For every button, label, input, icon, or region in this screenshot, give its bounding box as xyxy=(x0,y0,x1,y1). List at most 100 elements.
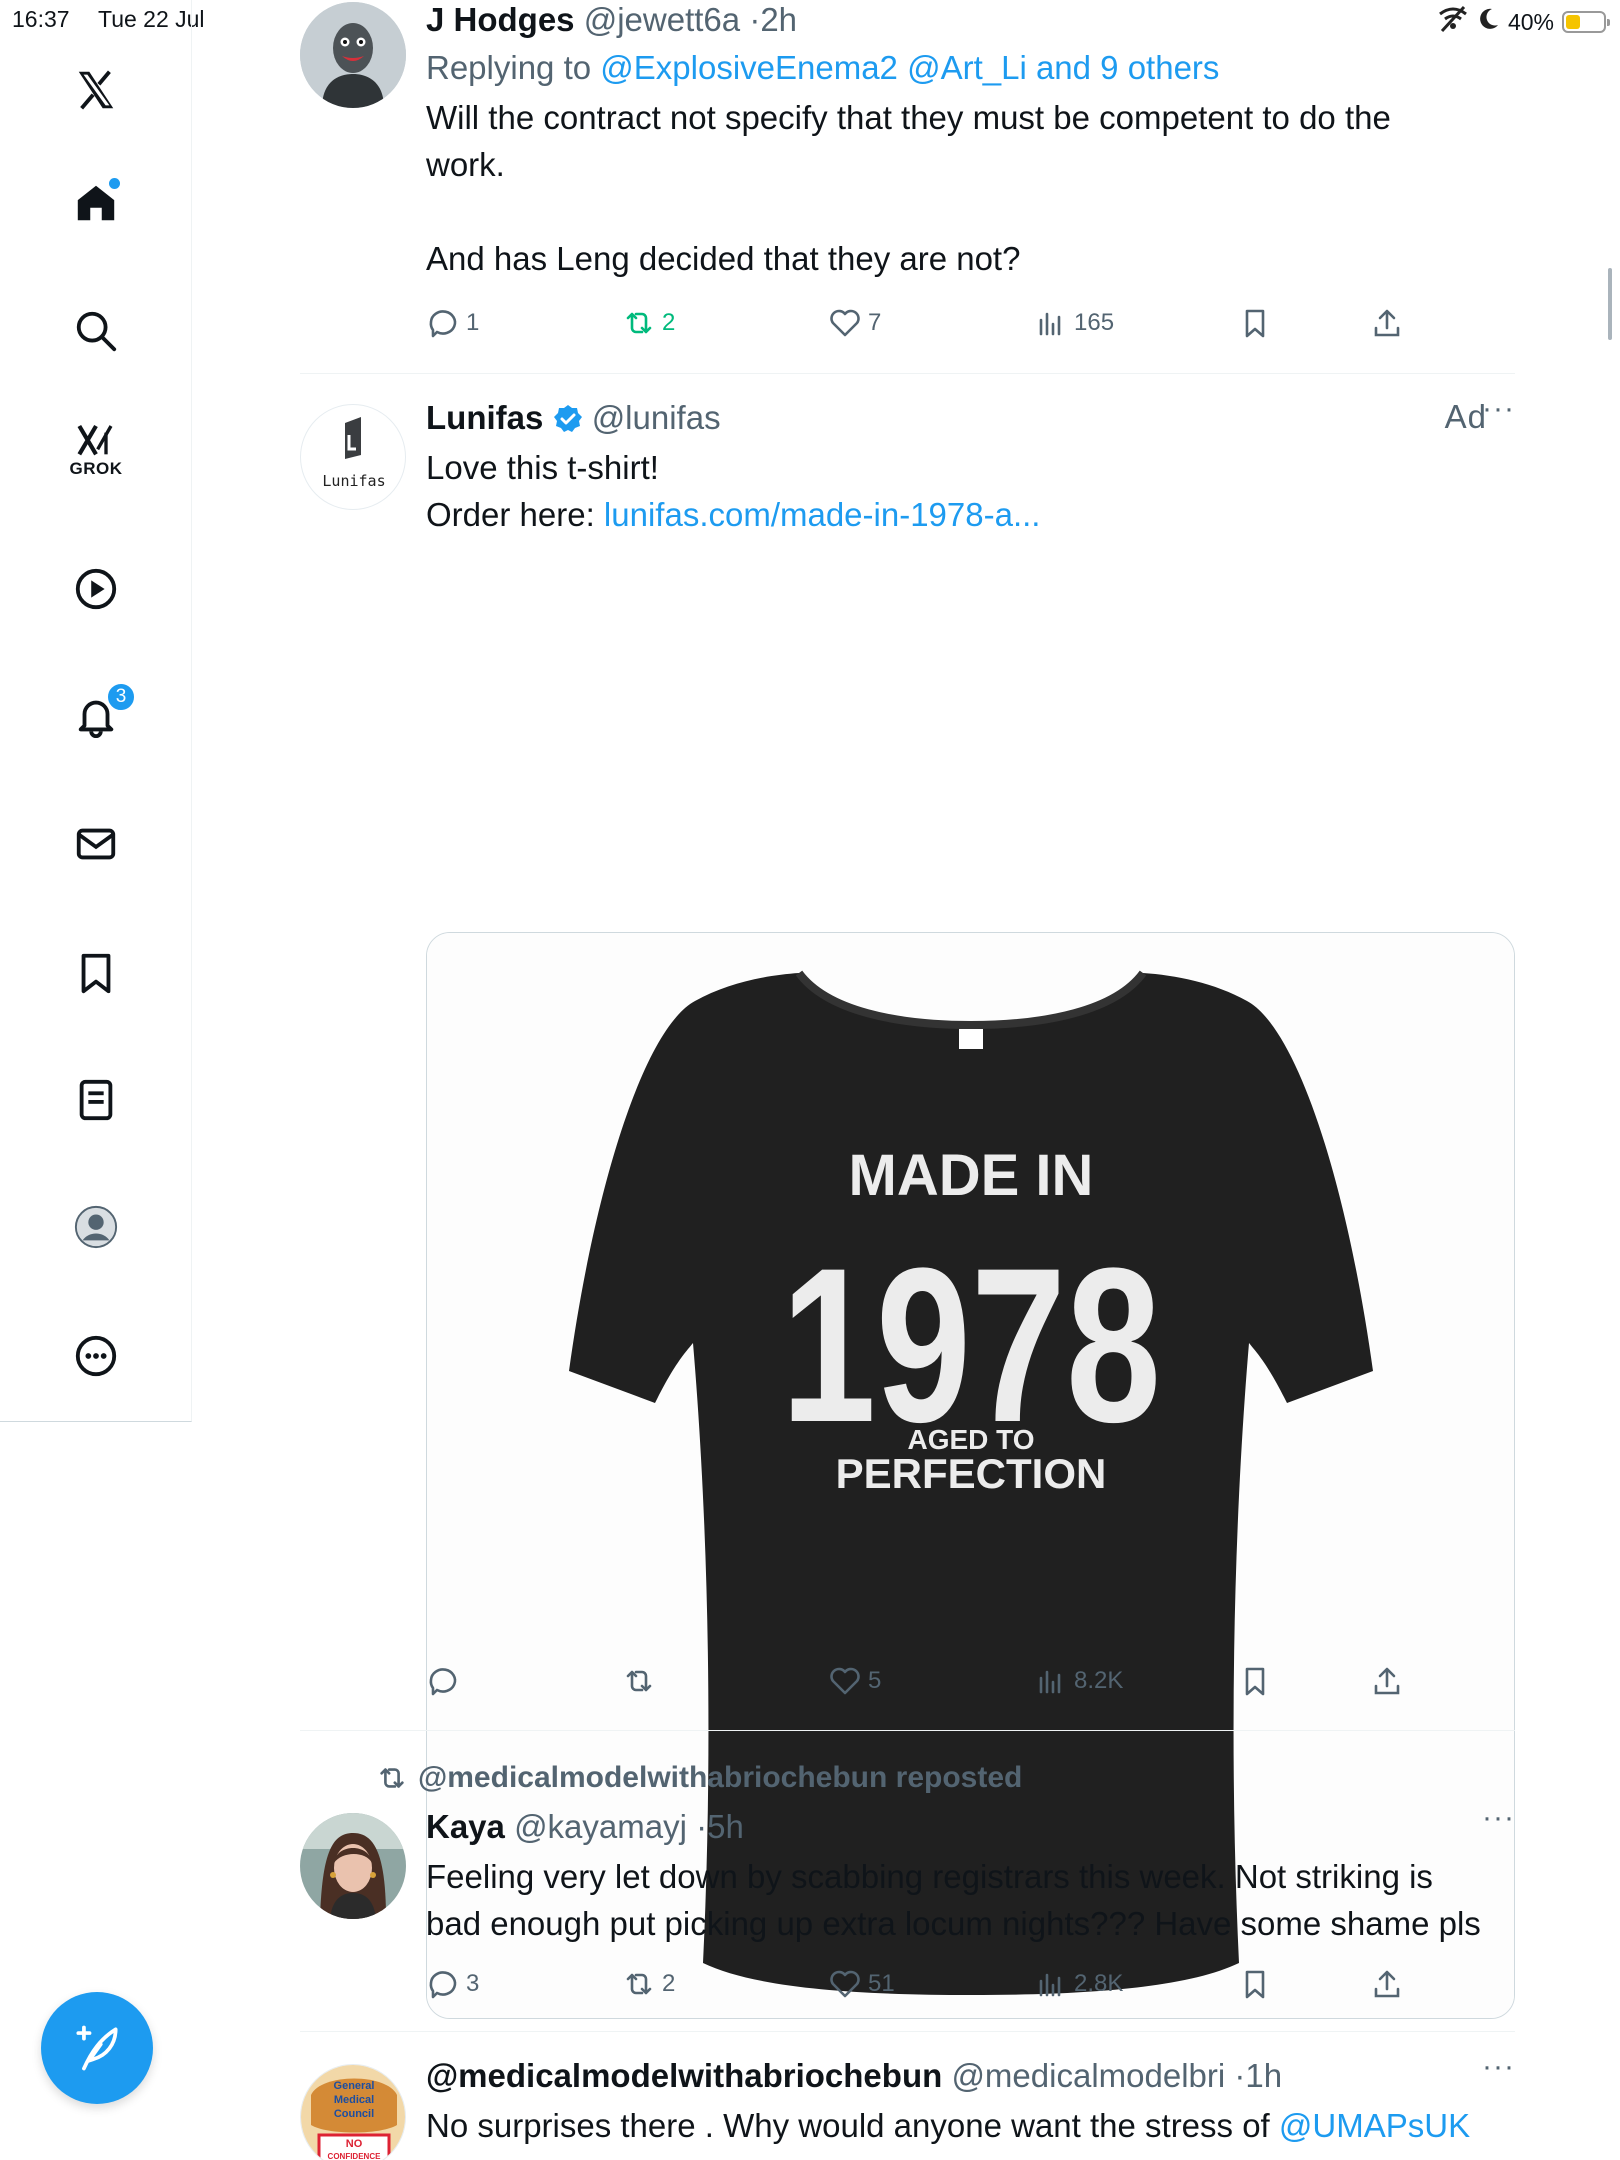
notification-badge: 3 xyxy=(106,682,136,712)
bookmark-icon[interactable] xyxy=(66,943,126,1003)
view-count: 165 xyxy=(1074,309,1115,336)
author-name[interactable]: J Hodges xyxy=(426,1,575,38)
share-icon xyxy=(1374,309,1400,337)
like-button[interactable]: 51 xyxy=(828,1967,895,2001)
post-actions: 3 2 51 2.8K xyxy=(426,1967,1426,2011)
heart-icon xyxy=(830,1970,860,1998)
scrollbar[interactable] xyxy=(1608,268,1612,340)
avatar[interactable]: General Medical Council NO CONFIDENCE xyxy=(300,2064,406,2160)
home-icon[interactable] xyxy=(66,172,126,232)
more-options-icon[interactable]: ··· xyxy=(1482,392,1515,426)
post-ad[interactable]: Lunifas Lunifas @lunifas Ad ··· Love thi… xyxy=(300,374,1515,2019)
author-name[interactable]: Lunifas xyxy=(426,399,543,436)
share-button[interactable] xyxy=(1370,1664,1404,1698)
reply-button[interactable] xyxy=(426,1664,460,1698)
reply-count: 1 xyxy=(466,309,480,336)
verified-badge-icon xyxy=(553,405,582,432)
view-count: 8.2K xyxy=(1074,1667,1124,1694)
lists-icon[interactable] xyxy=(66,1070,126,1130)
bell-icon[interactable]: 3 xyxy=(66,682,136,746)
shirt-text-3: PERFECTION xyxy=(836,1450,1107,1497)
grok-icon[interactable]: GROK xyxy=(66,420,126,480)
post-reply[interactable]: J Hodges @jewett6a ·2h Replying to @Expl… xyxy=(300,0,1515,372)
feather-plus-icon xyxy=(76,2025,118,2071)
ad-label: Ad xyxy=(1444,398,1487,435)
grok-label: GROK xyxy=(69,459,123,478)
heart-icon xyxy=(830,1667,860,1695)
reply-button[interactable]: 1 xyxy=(426,306,479,340)
views-button[interactable]: 8.2K xyxy=(1034,1664,1123,1698)
home-new-dot xyxy=(109,178,120,189)
repost-icon xyxy=(380,1768,404,1788)
author-name[interactable]: @medicalmodelwithabriochebun xyxy=(426,2057,942,2094)
avatar-line-3: Council xyxy=(334,2108,374,2120)
avatar[interactable] xyxy=(300,2,406,108)
avatar-text: Lunifas xyxy=(322,472,385,490)
reply-icon xyxy=(429,1971,457,1999)
post-time[interactable]: 5h xyxy=(707,1808,744,1845)
author-handle[interactable]: @jewett6a xyxy=(584,1,740,38)
avatar-line-1: General xyxy=(334,2080,375,2092)
repost-icon xyxy=(626,1973,652,1995)
bookmark-button[interactable] xyxy=(1238,306,1272,340)
repost-count: 2 xyxy=(662,1970,676,1997)
battery-icon xyxy=(1562,11,1610,33)
reply-count: 3 xyxy=(466,1970,480,1997)
post-actions: 5 8.2K xyxy=(426,1664,1426,1708)
more-options-icon[interactable]: ··· xyxy=(1482,2050,1515,2084)
like-count: 5 xyxy=(868,1667,882,1694)
reposted-by[interactable]: @medicalmodelwithabriochebun reposted xyxy=(418,1761,1022,1795)
more-icon[interactable] xyxy=(66,1326,126,1386)
views-icon xyxy=(1039,1670,1061,1694)
reply-icon xyxy=(429,310,457,338)
like-button[interactable]: 5 xyxy=(828,1664,881,1698)
replying-to-link[interactable]: @ExplosiveEnema2 @Art_Li and 9 others xyxy=(600,49,1219,86)
avatar-line-2: Medical xyxy=(334,2094,374,2106)
repost-button[interactable]: 2 xyxy=(622,306,675,340)
shirt-text-1: MADE IN xyxy=(849,1143,1094,1208)
bookmark-icon xyxy=(1245,309,1265,338)
author-name[interactable]: Kaya xyxy=(426,1808,505,1845)
view-count: 2.8K xyxy=(1074,1970,1124,1997)
author-handle[interactable]: @lunifas xyxy=(592,399,721,436)
mention-link[interactable]: @UMAPsUK xyxy=(1279,2107,1470,2144)
reply-button[interactable]: 3 xyxy=(426,1967,479,2001)
author-handle[interactable]: @medicalmodelbri xyxy=(951,2057,1225,2094)
post-time[interactable]: 2h xyxy=(760,1,797,38)
repost-icon xyxy=(626,1670,652,1692)
post-header: Lunifas @lunifas xyxy=(426,398,1515,438)
share-icon xyxy=(1374,1970,1400,1998)
post[interactable]: General Medical Council NO CONFIDENCE @m… xyxy=(300,2032,1515,2160)
bookmark-button[interactable] xyxy=(1238,1967,1272,2001)
mail-icon[interactable] xyxy=(66,814,126,874)
post-header: J Hodges @jewett6a ·2h xyxy=(426,1,798,38)
share-button[interactable] xyxy=(1370,306,1404,340)
like-button[interactable]: 7 xyxy=(828,306,881,340)
share-button[interactable] xyxy=(1370,1967,1404,2001)
repost-button[interactable] xyxy=(622,1664,656,1698)
repost-button[interactable]: 2 xyxy=(622,1967,675,2001)
search-icon[interactable] xyxy=(66,301,126,361)
post-header: @medicalmodelwithabriochebun @medicalmod… xyxy=(426,2057,1283,2094)
views-button[interactable]: 2.8K xyxy=(1034,1967,1123,2001)
avatar[interactable] xyxy=(300,1813,406,1919)
views-button[interactable]: 165 xyxy=(1034,306,1114,340)
video-icon[interactable] xyxy=(66,559,126,619)
post-text: Will the contract not specify that they … xyxy=(426,99,1391,277)
views-icon xyxy=(1039,1973,1061,1997)
repost-icon xyxy=(626,312,652,334)
profile-icon[interactable] xyxy=(66,1197,126,1257)
heart-icon xyxy=(830,309,860,337)
avatar[interactable]: Lunifas xyxy=(300,404,406,510)
ad-link[interactable]: lunifas.com/made-in-1978-a... xyxy=(604,496,1041,533)
author-handle[interactable]: @kayamayj xyxy=(514,1808,687,1845)
bookmark-button[interactable] xyxy=(1238,1664,1272,1698)
more-options-icon[interactable]: ··· xyxy=(1482,1801,1515,1835)
like-count: 7 xyxy=(868,309,882,336)
post-text: Feeling very let down by scabbing regist… xyxy=(426,1858,1481,1942)
repost-count: 2 xyxy=(662,309,676,336)
compose-button[interactable] xyxy=(41,1992,153,2104)
x-logo-icon[interactable] xyxy=(66,60,126,120)
post-repost[interactable]: @medicalmodelwithabriochebun reposted Ka… xyxy=(300,1731,1515,2031)
post-time[interactable]: 1h xyxy=(1245,2057,1282,2094)
